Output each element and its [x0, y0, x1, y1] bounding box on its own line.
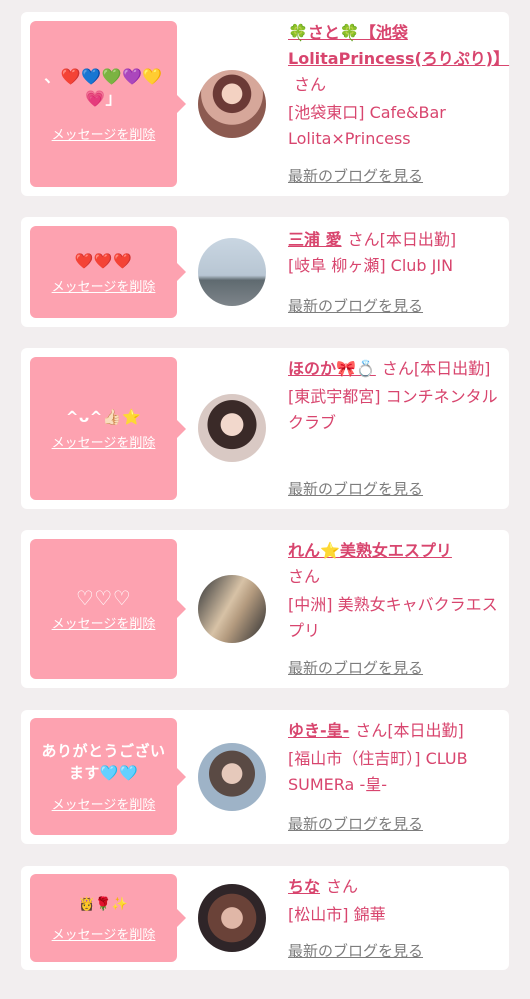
delete-message-link[interactable]: メッセージを削除 — [52, 794, 156, 813]
profile-name-link[interactable]: れん⭐美熟女エスプリ — [288, 541, 452, 560]
honorific: さん — [355, 721, 388, 740]
latest-blog-link[interactable]: 最新のブログを見る — [288, 165, 423, 186]
profile-info: 🍀さと🍀【池袋LolitaPrincess(ろりぷり)】さん [池袋東口] Ca… — [288, 20, 509, 152]
message-text: ❤️❤️❤️ — [74, 251, 133, 270]
message-bubble: 👸🌹✨ メッセージを削除 — [30, 874, 186, 962]
message-text: ありがとうございます🩵🩵 — [41, 742, 166, 782]
shop-name: [松山市] 錦華 — [288, 905, 386, 924]
honorific: さん — [288, 567, 321, 586]
shop-name: [池袋東口] Cafe&Bar Lolita×Princess — [288, 103, 446, 148]
honorific: さん — [347, 230, 380, 249]
status-badge: [本日出勤] — [387, 721, 464, 740]
shop-name: [岐阜 柳ヶ瀬] Club JIN — [288, 256, 454, 275]
message-text: 👸🌹✨ — [78, 896, 129, 912]
shop-name: [東武宇都宮] コンチネンタルクラブ — [288, 387, 498, 432]
message-text: 、❤️💙💚💜💛💗」 — [44, 66, 163, 108]
message-text: ^ᴗ^👍🏻⭐ — [65, 408, 142, 426]
profile-name-link[interactable]: ゆき-皇- — [288, 721, 349, 740]
shop-name: [福山市（住吉町）] CLUB SUMERa -皇- — [288, 749, 468, 794]
avatar[interactable] — [198, 743, 266, 811]
status-badge: [本日出勤] — [379, 230, 457, 249]
profile-info: ちな さん [松山市] 錦華 — [288, 874, 502, 928]
latest-blog-link[interactable]: 最新のブログを見る — [288, 295, 423, 316]
profile-info: ほのか🎀💍 さん[本日出勤] [東武宇都宮] コンチネンタルクラブ — [288, 356, 502, 436]
honorific: さん — [381, 359, 414, 378]
delete-message-link[interactable]: メッセージを削除 — [52, 924, 156, 943]
delete-message-link[interactable]: メッセージを削除 — [52, 432, 156, 451]
avatar[interactable] — [198, 575, 266, 643]
delete-message-link[interactable]: メッセージを削除 — [52, 276, 156, 295]
list-item: ♡♡♡ メッセージを削除 れん⭐美熟女エスプリ さん [中洲] 美熟女キャバクラエ… — [21, 530, 509, 688]
profile-name-link[interactable]: 🍀さと🍀【池袋LolitaPrincess(ろりぷり)】 — [288, 23, 509, 68]
message-bubble: 、❤️💙💚💜💛💗」 メッセージを削除 — [30, 21, 186, 187]
profile-name-link[interactable]: ちな — [288, 877, 320, 896]
list-item: 、❤️💙💚💜💛💗」 メッセージを削除 🍀さと🍀【池袋LolitaPrincess… — [21, 12, 509, 196]
avatar[interactable] — [198, 238, 266, 306]
avatar[interactable] — [198, 70, 266, 138]
avatar[interactable] — [198, 884, 266, 952]
list-item: ^ᴗ^👍🏻⭐ メッセージを削除 ほのか🎀💍 さん[本日出勤] [東武宇都宮] コン… — [21, 348, 509, 509]
status-badge: [本日出勤] — [413, 359, 491, 378]
honorific: さん — [326, 877, 359, 896]
latest-blog-link[interactable]: 最新のブログを見る — [288, 657, 423, 678]
latest-blog-link[interactable]: 最新のブログを見る — [288, 813, 423, 834]
message-bubble: ^ᴗ^👍🏻⭐ メッセージを削除 — [30, 357, 186, 500]
message-bubble: ♡♡♡ メッセージを削除 — [30, 539, 186, 679]
latest-blog-link[interactable]: 最新のブログを見る — [288, 478, 423, 499]
profile-info: ゆき-皇- さん[本日出勤] [福山市（住吉町）] CLUB SUMERa -皇- — [288, 718, 502, 798]
message-bubble: ❤️❤️❤️ メッセージを削除 — [30, 226, 186, 318]
latest-blog-link[interactable]: 最新のブログを見る — [288, 940, 423, 961]
profile-info: れん⭐美熟女エスプリ さん [中洲] 美熟女キャバクラエスプリ — [288, 538, 502, 644]
message-bubble: ありがとうございます🩵🩵 メッセージを削除 — [30, 718, 186, 835]
shop-name: [中洲] 美熟女キャバクラエスプリ — [288, 595, 498, 640]
avatar[interactable] — [198, 394, 266, 462]
profile-name-link[interactable]: 三浦 愛 — [288, 230, 342, 249]
profile-info: 三浦 愛さん[本日出勤] [岐阜 柳ヶ瀬] Club JIN — [288, 227, 502, 279]
list-item: ありがとうございます🩵🩵 メッセージを削除 ゆき-皇- さん[本日出勤] [福山市… — [21, 710, 509, 844]
list-item: 👸🌹✨ メッセージを削除 ちな さん [松山市] 錦華 最新のブログを見る — [21, 866, 509, 970]
delete-message-link[interactable]: メッセージを削除 — [52, 613, 156, 632]
message-text: ♡♡♡ — [75, 585, 132, 610]
honorific: さん — [294, 75, 327, 94]
profile-name-link[interactable]: ほのか🎀💍 — [288, 359, 376, 378]
list-item: ❤️❤️❤️ メッセージを削除 三浦 愛さん[本日出勤] [岐阜 柳ヶ瀬] Cl… — [21, 217, 509, 327]
delete-message-link[interactable]: メッセージを削除 — [52, 124, 156, 143]
